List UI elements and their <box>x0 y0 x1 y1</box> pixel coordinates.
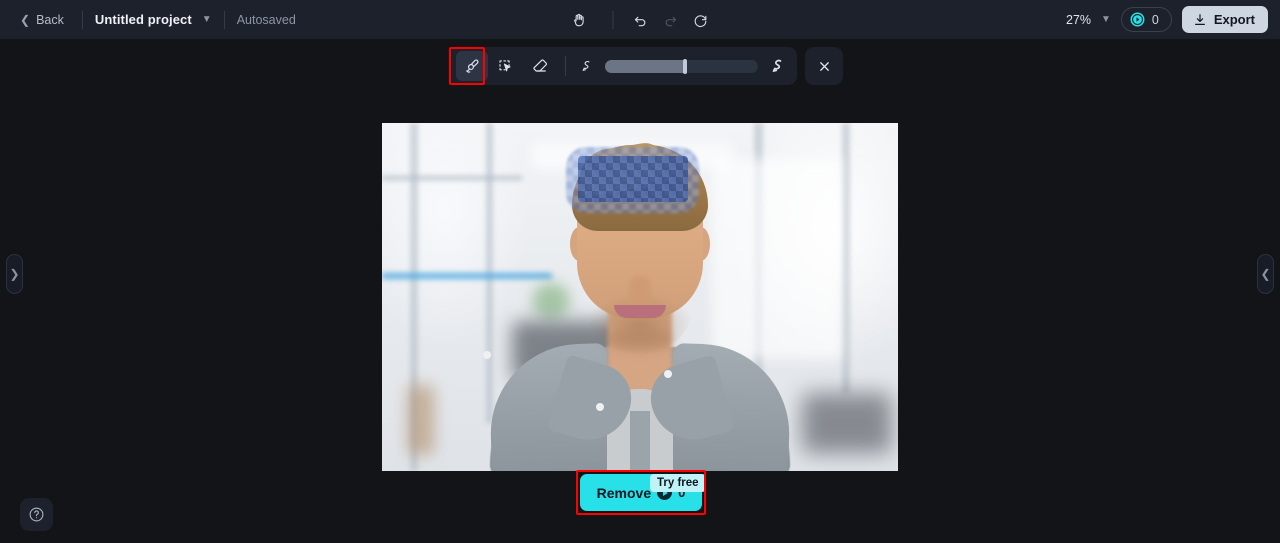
toolbar-divider <box>565 56 566 76</box>
hand-icon <box>574 13 584 26</box>
blue-wall-accent <box>382 273 552 279</box>
shirt-button <box>596 403 604 411</box>
background-object <box>802 393 892 453</box>
project-name[interactable]: Untitled project <box>95 12 192 27</box>
mouth <box>614 305 666 318</box>
project-menu-chevron-down-icon[interactable]: ▼ <box>202 14 212 25</box>
app-header: ❮ Back Untitled project ▼ Autosaved 27% … <box>0 0 1280 39</box>
back-button-label: Back <box>36 12 64 27</box>
question-mark-circle-icon <box>29 507 44 522</box>
magic-select-cursor-icon <box>499 60 511 72</box>
header-left-group: ❮ Back Untitled project ▼ Autosaved <box>0 0 296 39</box>
chevron-left-icon: ❮ <box>20 12 31 27</box>
background-chair <box>408 385 434 455</box>
zoom-control[interactable]: 27% ▼ <box>1066 13 1111 27</box>
eraser-icon <box>533 59 547 72</box>
header-right-group: 27% ▼ 0 Export <box>1066 0 1268 39</box>
nose <box>628 275 652 307</box>
header-center-tools <box>565 0 716 39</box>
image-editor-app: ❮ Back Untitled project ▼ Autosaved 27% … <box>0 0 1280 543</box>
paint-brush-icon <box>466 59 479 73</box>
reset-button[interactable] <box>686 6 716 34</box>
large-brush-stroke-icon[interactable] <box>768 57 787 76</box>
window-glow <box>712 159 842 359</box>
right-panel-toggle[interactable]: ❮ <box>1257 254 1274 294</box>
background-plant <box>532 283 570 319</box>
brush-tool-button[interactable] <box>456 51 488 81</box>
chevron-left-icon: ❮ <box>1260 267 1271 281</box>
redo-button[interactable] <box>656 6 686 34</box>
credit-count: 0 <box>1151 12 1159 27</box>
credit-token-icon-svg <box>1130 12 1145 27</box>
header-divider-3 <box>612 10 614 29</box>
shirt-placket <box>630 411 650 471</box>
chin-shadow <box>605 329 675 351</box>
refresh-icon <box>694 14 707 27</box>
redo-arrow-icon <box>665 16 677 26</box>
shirt-button <box>483 351 491 359</box>
brush-size-slider-thumb[interactable] <box>682 58 687 74</box>
brush-toolbar <box>449 47 843 85</box>
header-divider-1 <box>81 10 83 29</box>
credit-token-icon <box>1130 12 1145 27</box>
brush-size-slider[interactable] <box>605 58 758 74</box>
eraser-tool-button[interactable] <box>524 51 556 81</box>
remove-button-label: Remove <box>596 484 652 501</box>
selection-mask-overlay[interactable] <box>578 156 688 202</box>
tool-group <box>449 47 797 85</box>
undo-arrow-icon <box>634 16 646 26</box>
help-button[interactable] <box>20 498 53 531</box>
small-brush-stroke-icon[interactable] <box>578 58 595 75</box>
office-mullion <box>842 123 850 393</box>
large-brush-stroke-icon-svg <box>772 59 782 72</box>
small-brush-stroke-icon-svg <box>582 60 590 71</box>
back-button[interactable]: ❮ Back <box>14 9 70 31</box>
chevron-right-icon: ❯ <box>9 267 20 281</box>
export-button-label: Export <box>1213 12 1255 27</box>
zoom-level-value: 27% <box>1065 12 1091 27</box>
office-mullion <box>382 175 522 181</box>
editor-canvas[interactable] <box>0 39 1280 543</box>
close-toolbar-button[interactable] <box>805 47 843 85</box>
credits-badge[interactable]: 0 <box>1120 7 1172 32</box>
header-divider-2 <box>223 10 225 29</box>
autosave-status: Autosaved <box>236 12 296 27</box>
close-x-icon <box>819 61 829 71</box>
photo-image[interactable] <box>382 123 898 471</box>
left-panel-toggle[interactable]: ❯ <box>6 254 23 294</box>
brush-size-slider-fill <box>605 59 685 73</box>
magic-select-tool-button[interactable] <box>490 51 522 81</box>
pan-hand-tool-button[interactable] <box>565 6 595 34</box>
download-icon <box>1194 13 1205 25</box>
try-free-tooltip: Try free <box>650 474 706 492</box>
undo-button[interactable] <box>626 6 656 34</box>
export-button[interactable]: Export <box>1181 6 1268 33</box>
shirt-button <box>664 370 672 378</box>
zoom-chevron-down-icon[interactable]: ▼ <box>1101 14 1111 25</box>
brush-size-control <box>574 57 791 76</box>
